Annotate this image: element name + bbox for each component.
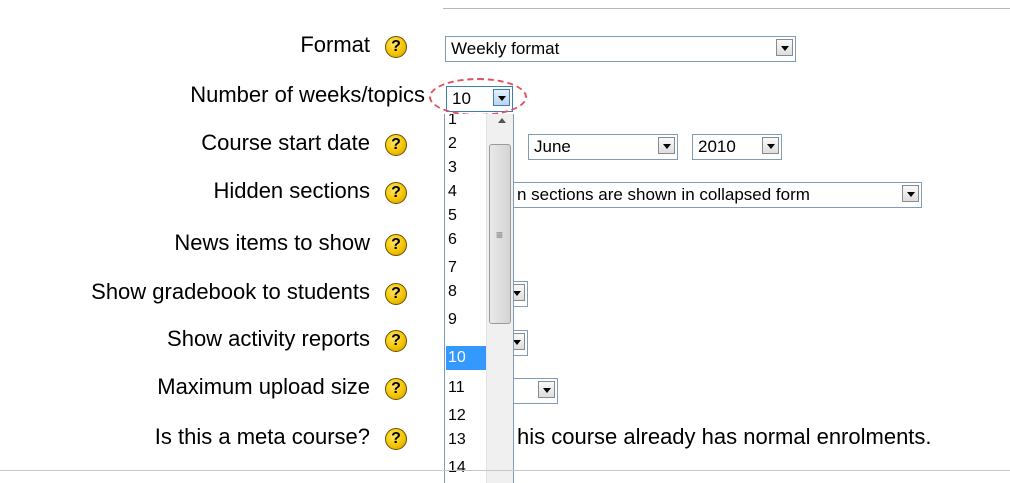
scrollbar-thumb[interactable]: ≡ [489, 144, 511, 324]
meta-course-text: his course already has normal enrolments… [517, 424, 932, 449]
dropdown-option[interactable]: 4 [446, 180, 486, 204]
dropdown-option[interactable]: 2 [446, 132, 486, 156]
dropdown-option[interactable]: 6 [446, 228, 486, 252]
start-year-select[interactable]: 2010 [692, 134, 782, 160]
hidden-sections-value: n sections are shown in collapsed form [517, 185, 810, 204]
help-icon[interactable]: ? [385, 134, 407, 156]
help-icon[interactable]: ? [385, 182, 407, 204]
news-items-label: News items to show [174, 230, 370, 255]
show-gradebook-label: Show gradebook to students [91, 279, 370, 304]
format-label: Format [300, 32, 370, 57]
start-month-value: June [534, 137, 571, 156]
dropdown-option[interactable]: 13 [446, 428, 486, 452]
help-icon[interactable]: ? [385, 283, 407, 305]
dropdown-option[interactable]: 7 [446, 256, 486, 280]
hidden-sections-select[interactable]: n sections are shown in collapsed form [470, 182, 922, 208]
help-icon[interactable]: ? [385, 330, 407, 352]
top-divider [443, 0, 1010, 9]
help-icon[interactable]: ? [385, 428, 407, 450]
number-of-weeks-label: Number of weeks/topics [190, 82, 425, 107]
max-upload-size-label: Maximum upload size [157, 374, 370, 399]
dropdown-option[interactable]: 14 [446, 456, 486, 480]
format-select-value: Weekly format [451, 39, 560, 58]
dropdown-option[interactable]: 11 [446, 376, 486, 400]
meta-course-label: Is this a meta course? [154, 424, 370, 449]
help-icon[interactable]: ? [385, 36, 407, 58]
dropdown-option[interactable]: 3 [446, 156, 486, 180]
chevron-down-icon[interactable] [658, 137, 675, 154]
annotation-circle [429, 78, 527, 116]
help-icon[interactable]: ? [385, 378, 407, 400]
dropdown-option-selected[interactable]: 10 [446, 346, 486, 370]
format-select[interactable]: Weekly format [445, 36, 796, 62]
dropdown-option[interactable]: 12 [446, 404, 486, 428]
chevron-down-icon[interactable] [902, 185, 919, 202]
weeks-dropdown-list[interactable]: 1 2 3 4 5 6 7 8 9 10 11 12 13 14 ≡ [444, 114, 514, 483]
dropdown-option[interactable]: 8 [446, 280, 486, 304]
chevron-down-icon[interactable] [538, 381, 555, 398]
dropdown-scrollbar[interactable]: ≡ [486, 114, 513, 483]
start-month-select[interactable]: June [528, 134, 678, 160]
start-year-value: 2010 [698, 137, 736, 156]
hidden-sections-label: Hidden sections [213, 178, 370, 203]
show-activity-reports-label: Show activity reports [167, 326, 370, 351]
dropdown-option[interactable]: 5 [446, 204, 486, 228]
scroll-up-arrow-icon[interactable] [498, 118, 506, 123]
course-start-date-label: Course start date [201, 130, 370, 155]
dropdown-option[interactable]: 1 [446, 114, 486, 132]
grip-icon: ≡ [496, 228, 504, 242]
bottom-divider [0, 470, 1010, 471]
chevron-down-icon[interactable] [762, 137, 779, 154]
dropdown-option[interactable]: 9 [446, 308, 486, 332]
help-icon[interactable]: ? [385, 234, 407, 256]
chevron-down-icon[interactable] [776, 39, 793, 56]
